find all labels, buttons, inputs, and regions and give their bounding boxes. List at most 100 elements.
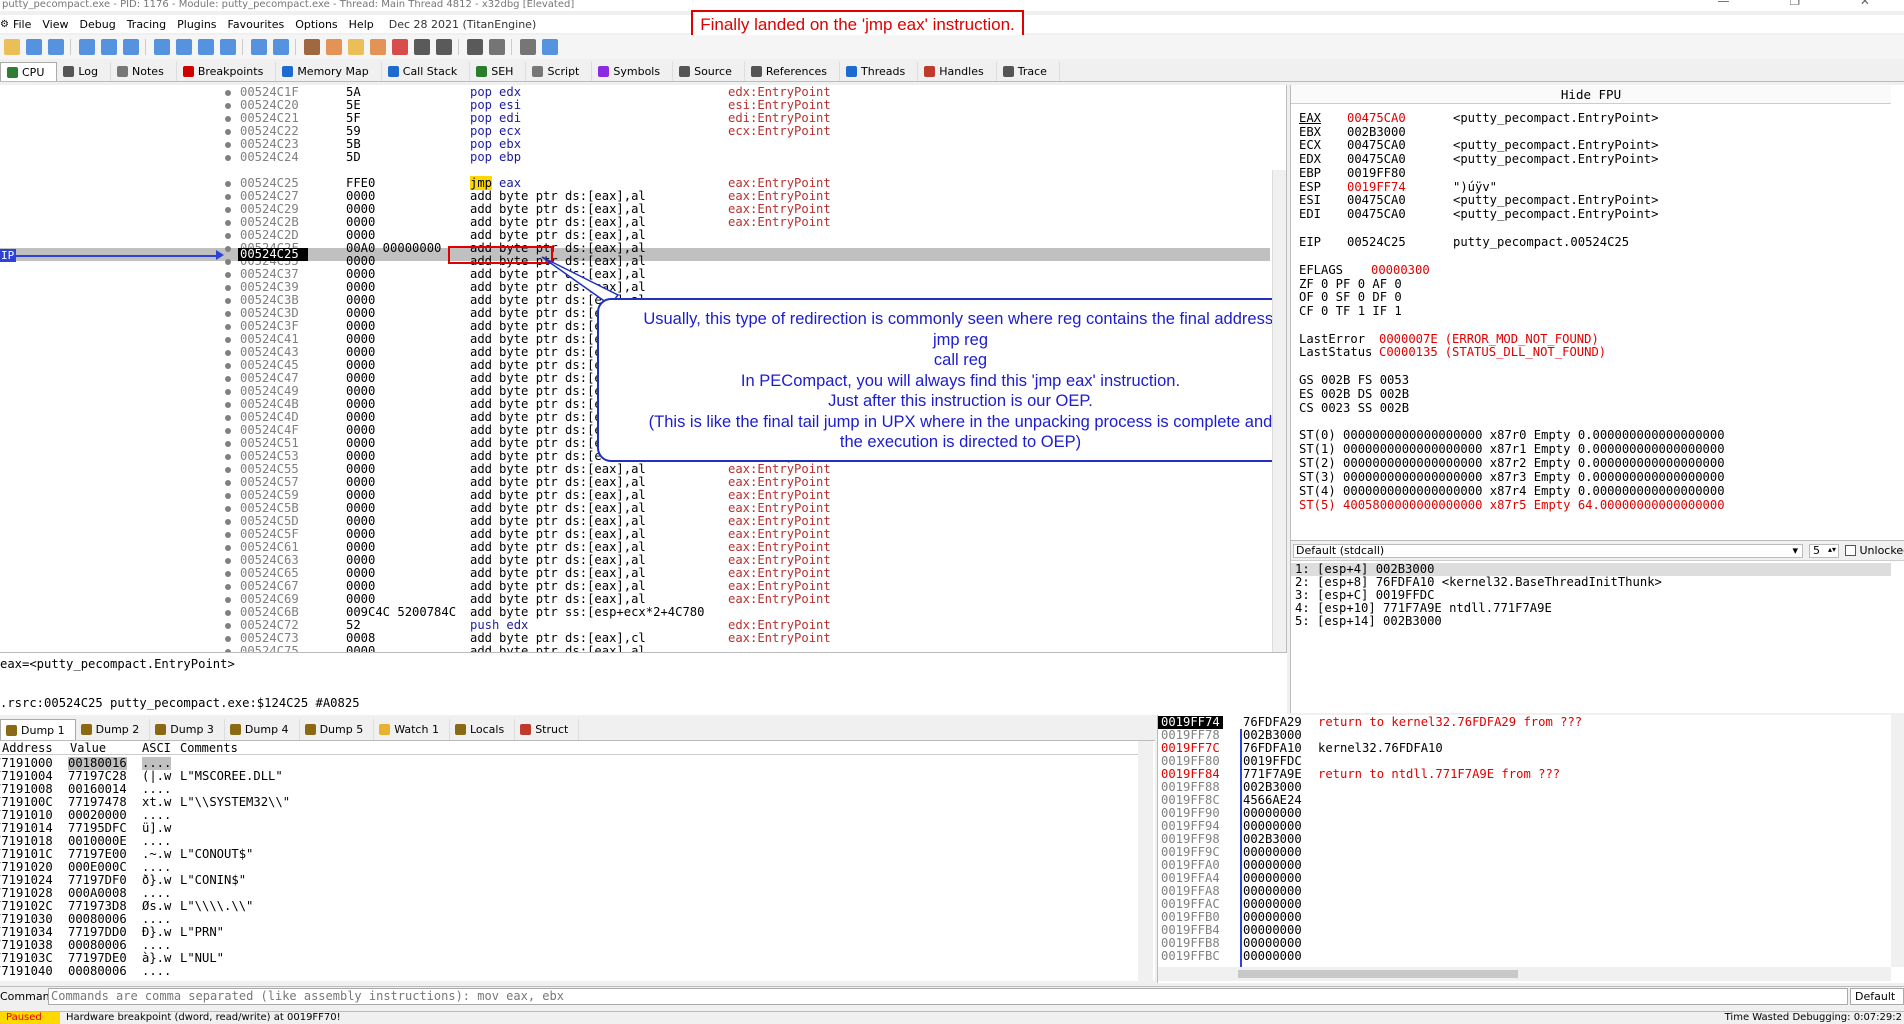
registers-panel[interactable]: Hide FPU EAX 00475CA0 <putty_pecompact.Ent…	[1290, 85, 1904, 540]
tab-script[interactable]: Script	[526, 62, 593, 81]
close-icon[interactable]	[48, 39, 64, 55]
register-eip[interactable]: EIP 00524C25 putty_pecompact.00524C25	[1299, 235, 1629, 249]
breakpoint-dot-icon[interactable]	[225, 428, 231, 434]
disasm-row[interactable]: 00524C21 5F pop edi edi:EntryPoint	[0, 112, 1272, 125]
command-mode-select[interactable]: Default	[1850, 988, 1904, 1005]
menu-view[interactable]: View	[42, 18, 79, 31]
breakpoint-dot-icon[interactable]	[225, 454, 231, 460]
disasm-row[interactable]: 00524C20 5E pop esi esi:EntryPoint	[0, 99, 1272, 112]
comment-icon[interactable]	[348, 39, 364, 55]
disasm-row[interactable]: 00524C1F 5A pop edx edx:EntryPoint	[0, 86, 1272, 99]
open-icon[interactable]	[4, 39, 20, 55]
tab-breakpoints[interactable]: Breakpoints	[177, 62, 277, 81]
register-laststatus[interactable]: LastStatus C0000135 (STATUS_DLL_NOT_FOUND)	[1299, 346, 1606, 359]
menu-favourites[interactable]: Favourites	[228, 18, 296, 31]
dump-tab-dump-3[interactable]: Dump 3	[150, 719, 225, 740]
register-value[interactable]: 002B3000	[1347, 125, 1453, 139]
disasm-row[interactable]: 00524C24 5D pop ebp	[0, 151, 1272, 164]
breakpoint-dot-icon[interactable]	[225, 129, 231, 135]
tab-call-stack[interactable]: Call Stack	[382, 62, 471, 81]
disassembly-view[interactable]: 00524C1F 5A pop edx edx:EntryPoint 00524C20 5E…	[0, 85, 1287, 652]
stack-horizontal-scrollbar[interactable]	[1158, 967, 1891, 981]
breakpoint-dot-icon[interactable]	[225, 441, 231, 447]
fpu-row[interactable]: ST(4) 0000000000000000000 x87r4 Empty 0.…	[1299, 485, 1725, 498]
stack-vertical-scrollbar[interactable]	[1891, 715, 1904, 967]
menu-file[interactable]: File	[13, 18, 42, 31]
calling-convention-select[interactable]: Default (stdcall) ▾	[1293, 544, 1803, 558]
fpu-row[interactable]: ST(0) 0000000000000000000 x87r0 Empty 0.…	[1299, 429, 1725, 442]
register-ebp[interactable]: EBP 0019FF80	[1299, 166, 1453, 180]
fpu-row[interactable]: ST(1) 0000000000000000000 x87r1 Empty 0.…	[1299, 443, 1725, 456]
menu-debug[interactable]: Debug	[80, 18, 127, 31]
breakpoint-dot-icon[interactable]	[225, 545, 231, 551]
tab-handles[interactable]: Handles	[918, 62, 997, 81]
register-esi[interactable]: ESI 00475CA0 <putty_pecompact.EntryPoint>	[1299, 194, 1658, 207]
trace-over-icon[interactable]	[220, 39, 236, 55]
breakpoint-dot-icon[interactable]	[225, 220, 231, 226]
dump-tab-struct[interactable]: Struct	[515, 719, 580, 740]
breakpoint-dot-icon[interactable]	[225, 376, 231, 382]
flags-row[interactable]: CF 0 TF 1 IF 1	[1299, 305, 1402, 318]
disasm-row[interactable]: 00524C6B 009C4C 5200784C add byte ptr ss:[e…	[0, 606, 1272, 619]
calculator-icon[interactable]	[489, 39, 505, 55]
tab-symbols[interactable]: Symbols	[592, 62, 674, 81]
breakpoint-dot-icon[interactable]	[225, 90, 231, 96]
pause-icon[interactable]	[101, 39, 117, 55]
run-to-user-code-icon[interactable]	[273, 39, 289, 55]
restart-icon[interactable]	[26, 39, 42, 55]
breakpoint-dot-icon[interactable]	[225, 597, 231, 603]
breakpoint-dot-icon[interactable]	[225, 259, 231, 265]
breakpoint-dot-icon[interactable]	[225, 532, 231, 538]
breakpoint-dot-icon[interactable]	[225, 467, 231, 473]
register-edx[interactable]: EDX 00475CA0 <putty_pecompact.EntryPoint>	[1299, 153, 1658, 166]
breakpoint-dot-icon[interactable]	[225, 636, 231, 642]
dump-view[interactable]: Address Value ASCI Comments 771910000018…	[0, 741, 1155, 981]
call-args-panel[interactable]: Default (stdcall) ▾ 5 ▴▾ Unlocked 1: [es…	[1290, 540, 1904, 713]
segment-row[interactable]: ES 002B DS 002B	[1299, 387, 1409, 401]
register-value[interactable]: 00475CA0	[1347, 139, 1453, 152]
menu-help[interactable]: Help	[349, 18, 385, 31]
dump-tab-dump-2[interactable]: Dump 2	[76, 719, 151, 740]
menu-options[interactable]: Options	[295, 18, 348, 31]
disasm-row[interactable]: 00524C23 5B pop ebx	[0, 138, 1272, 151]
scylla-icon[interactable]	[304, 39, 320, 55]
register-value[interactable]: 00475CA0	[1347, 153, 1453, 166]
segment-row[interactable]: GS 002B FS 0053	[1299, 374, 1409, 387]
breakpoint-dot-icon[interactable]	[225, 298, 231, 304]
register-ebx[interactable]: EBX 002B3000	[1299, 125, 1453, 139]
breakpoint-dot-icon[interactable]	[225, 623, 231, 629]
breakpoint-dot-icon[interactable]	[225, 389, 231, 395]
fpu-row[interactable]: ST(2) 0000000000000000000 x87r2 Empty 0.…	[1299, 457, 1725, 470]
breakpoint-dot-icon[interactable]	[225, 142, 231, 148]
label-icon[interactable]	[370, 39, 386, 55]
tab-memory-map[interactable]: Memory Map	[276, 62, 382, 81]
trace-into-icon[interactable]	[198, 39, 214, 55]
animate-icon[interactable]	[123, 39, 139, 55]
breakpoint-dot-icon[interactable]	[225, 571, 231, 577]
window-controls[interactable]: — ❐ ✕	[1718, 0, 1898, 7]
stack-scroll-thumb[interactable]	[1238, 970, 1518, 978]
step-into-icon[interactable]	[154, 39, 170, 55]
arg-count-spinner[interactable]: 5 ▴▾	[1809, 544, 1839, 558]
call-arg-row[interactable]: 5: [esp+14] 002B3000	[1295, 615, 1442, 628]
segment-row[interactable]: CS 0023 SS 002B	[1299, 401, 1409, 415]
register-eflags[interactable]: EFLAGS 00000300	[1299, 263, 1430, 277]
breakpoint-dot-icon[interactable]	[225, 519, 231, 525]
breakpoint-dot-icon[interactable]	[225, 558, 231, 564]
breakpoint-dot-icon[interactable]	[225, 480, 231, 486]
font-icon[interactable]	[467, 39, 483, 55]
dump-row[interactable]: 77191040 00080006....	[0, 965, 1136, 978]
fpu-row[interactable]: ST(3) 0000000000000000000 x87r3 Empty 0.…	[1299, 471, 1725, 484]
breakpoint-dot-icon[interactable]	[225, 311, 231, 317]
dump-tab-locals[interactable]: Locals	[450, 719, 516, 740]
register-value[interactable]: 0019FF80	[1347, 166, 1453, 180]
breakpoint-dot-icon[interactable]	[225, 610, 231, 616]
function-icon[interactable]	[414, 39, 430, 55]
execute-till-return-icon[interactable]	[251, 39, 267, 55]
register-value[interactable]: 00475CA0	[1347, 207, 1453, 221]
breakpoint-dot-icon[interactable]	[225, 363, 231, 369]
breakpoint-dot-icon[interactable]	[225, 103, 231, 109]
register-edi[interactable]: EDI 00475CA0 <putty_pecompact.EntryPoint>	[1299, 207, 1658, 221]
register-value[interactable]: C0000135	[1379, 345, 1438, 359]
menu-tracing[interactable]: Tracing	[127, 18, 177, 31]
